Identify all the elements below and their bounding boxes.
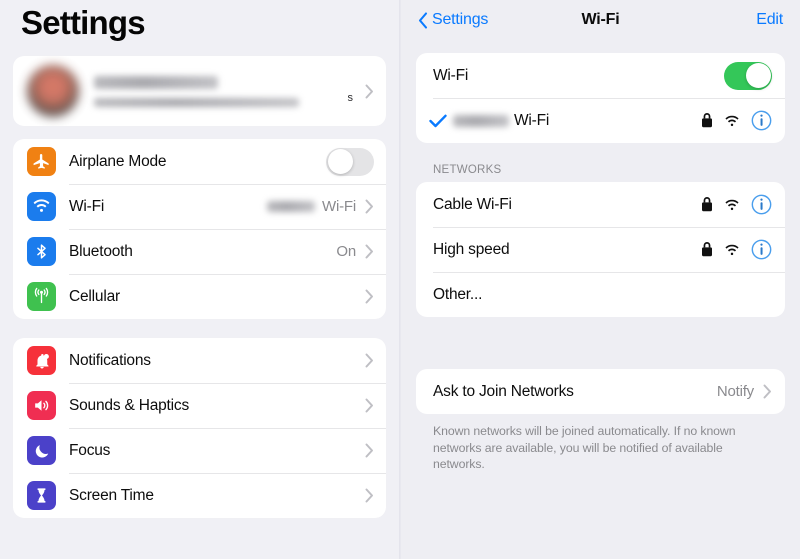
navigation-bar: Settings Wi-Fi Edit <box>416 0 785 40</box>
edit-button[interactable]: Edit <box>756 11 783 29</box>
chevron-right-icon <box>365 443 374 458</box>
settings-row-screen-time[interactable]: Screen Time <box>13 473 386 518</box>
info-icon[interactable] <box>751 194 772 215</box>
toggle-knob <box>745 63 771 88</box>
settings-row-sounds-haptics[interactable]: Sounds & Haptics <box>13 383 386 428</box>
profile-name-redacted <box>94 75 218 89</box>
cellular-icon <box>27 282 56 311</box>
chevron-right-icon <box>365 199 374 214</box>
checkmark-icon <box>429 114 453 128</box>
lock-icon <box>701 197 713 212</box>
network-row[interactable]: Cable Wi-Fi <box>416 182 785 227</box>
profile-subtitle-redacted <box>94 97 299 107</box>
settings-group-notifications: Notifications Sounds & Haptics Focus Scr… <box>13 338 386 518</box>
profile-text <box>94 75 356 107</box>
chevron-right-icon <box>365 244 374 259</box>
airplane-icon <box>27 147 56 176</box>
available-networks-card: Cable Wi-Fi High speed Other... <box>416 182 785 317</box>
chevron-right-icon <box>365 398 374 413</box>
network-name: Other... <box>433 285 483 303</box>
settings-row-label: Wi-Fi <box>69 197 105 215</box>
settings-row-label: Focus <box>69 441 111 459</box>
wifi-toggle[interactable] <box>724 61 772 90</box>
connected-ssid-redacted <box>453 114 509 127</box>
settings-group-connectivity: Airplane Mode Wi-Fi Wi-Fi Bluetooth On C… <box>13 139 386 319</box>
settings-panel: Settings s Airplane Mode Wi-Fi Wi-Fi Blu… <box>0 0 399 559</box>
settings-row-airplane-mode[interactable]: Airplane Mode <box>13 139 386 184</box>
ask-to-join-value: Notify <box>716 383 754 400</box>
network-indicators <box>701 110 772 131</box>
settings-row-label: Cellular <box>69 287 120 305</box>
bluetooth-status: On <box>336 243 356 260</box>
wifi-toggle-label: Wi-Fi <box>433 66 469 84</box>
wifi-network-redacted <box>267 201 316 212</box>
profile-subtitle-tail: s <box>347 92 354 104</box>
network-name: High speed <box>433 240 510 258</box>
wifi-panel: Settings Wi-Fi Edit Wi-Fi Wi-Fi NETWORKS… <box>401 0 800 559</box>
info-icon[interactable] <box>751 110 772 131</box>
connected-network-name: Wi-Fi <box>453 112 701 130</box>
hourglass-icon <box>27 481 56 510</box>
lock-icon <box>701 242 713 257</box>
networks-section-header: NETWORKS <box>433 164 502 176</box>
info-icon[interactable] <box>751 239 772 260</box>
wifi-icon <box>27 192 56 221</box>
network-indicators <box>701 239 772 260</box>
bluetooth-icon <box>27 237 56 266</box>
wifi-current-network: Wi-Fi <box>267 198 356 215</box>
network-name: Cable Wi-Fi <box>433 195 512 213</box>
settings-row-bluetooth[interactable]: Bluetooth On <box>13 229 386 274</box>
network-row[interactable]: High speed <box>416 227 785 272</box>
settings-row-label: Notifications <box>69 351 151 369</box>
toggle-knob <box>327 149 353 174</box>
network-row-other[interactable]: Other... <box>416 272 785 317</box>
settings-row-label: Sounds & Haptics <box>69 396 190 414</box>
settings-row-cellular[interactable]: Cellular <box>13 274 386 319</box>
connected-network-row[interactable]: Wi-Fi <box>416 98 785 143</box>
footer-note: Known networks will be joined automatica… <box>433 424 736 471</box>
chevron-right-icon <box>763 384 772 399</box>
page-title: Settings <box>21 4 146 41</box>
ask-to-join-row[interactable]: Ask to Join Networks Notify <box>416 369 785 414</box>
settings-row-focus[interactable]: Focus <box>13 428 386 473</box>
chevron-right-icon <box>365 353 374 368</box>
settings-row-label: Airplane Mode <box>69 152 167 170</box>
bell-icon <box>27 346 56 375</box>
ask-to-join-card: Ask to Join Networks Notify <box>416 369 785 414</box>
settings-row-notifications[interactable]: Notifications <box>13 338 386 383</box>
settings-row-label: Screen Time <box>69 486 154 504</box>
profile-card: s <box>13 56 386 126</box>
network-indicators <box>701 194 772 215</box>
airplane-mode-toggle[interactable] <box>326 147 374 176</box>
chevron-right-icon <box>365 84 374 99</box>
wifi-signal-icon <box>724 115 740 127</box>
chevron-right-icon <box>365 488 374 503</box>
speaker-icon <box>27 391 56 420</box>
wifi-toggle-row[interactable]: Wi-Fi <box>416 53 785 98</box>
avatar <box>27 65 79 117</box>
wifi-value-text: Wi-Fi <box>322 198 356 215</box>
wifi-status-card: Wi-Fi Wi-Fi <box>416 53 785 143</box>
wifi-signal-icon <box>724 244 740 256</box>
lock-icon <box>701 113 713 128</box>
moon-icon <box>27 436 56 465</box>
profile-row[interactable] <box>13 56 386 126</box>
wifi-signal-icon <box>724 199 740 211</box>
settings-row-wifi[interactable]: Wi-Fi Wi-Fi <box>13 184 386 229</box>
nav-title: Wi-Fi <box>581 11 620 28</box>
dual-panel-screenshot: Settings s Airplane Mode Wi-Fi Wi-Fi Blu… <box>0 0 800 559</box>
ask-to-join-label: Ask to Join Networks <box>433 382 574 400</box>
connected-ssid-suffix: Wi-Fi <box>514 111 550 129</box>
chevron-right-icon <box>365 289 374 304</box>
settings-row-label: Bluetooth <box>69 242 133 260</box>
